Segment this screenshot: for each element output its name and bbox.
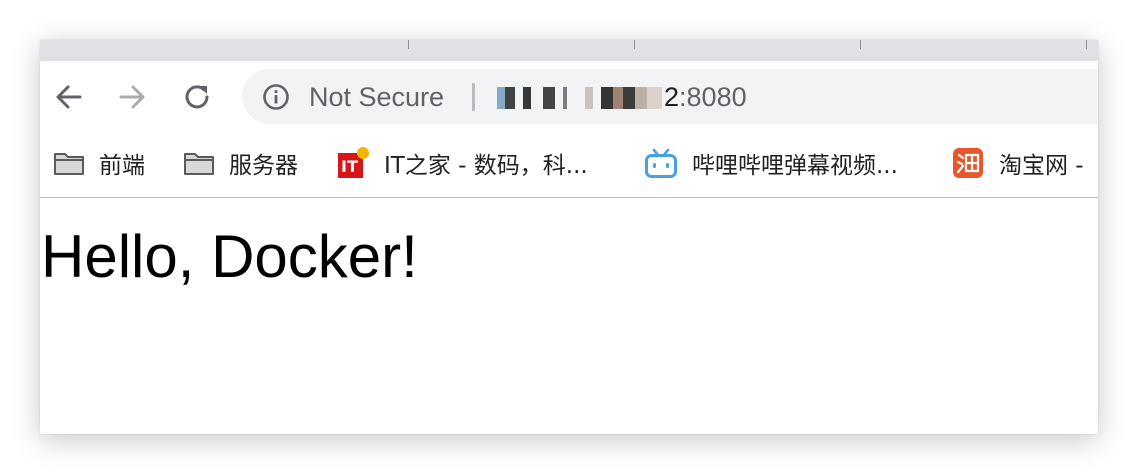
bookmark-ithome[interactable]: IT IT之家 - 数码，科...: [336, 143, 588, 183]
bookmark-label: 服务器: [229, 153, 298, 179]
bilibili-icon: [645, 148, 677, 178]
bookmark-label: 前端: [99, 153, 145, 179]
tab-strip: [40, 40, 1098, 61]
tab-divider: [634, 40, 635, 49]
page-content: Hello, Docker!: [40, 198, 1098, 434]
browser-window: Not Secure 2 :8080 前端 服务器 IT IT之家 - 数码，科…: [40, 40, 1098, 434]
reload-icon: [185, 85, 209, 109]
browser-toolbar: Not Secure 2 :8080: [40, 61, 1098, 133]
url-port: :8080: [679, 82, 747, 112]
omnibox-separator: [472, 83, 475, 111]
bookmark-folder-frontend[interactable]: 前端: [53, 143, 145, 183]
bookmark-taobao[interactable]: 淘宝网 -: [951, 143, 1084, 183]
info-icon[interactable]: [262, 83, 290, 111]
url-text[interactable]: 2 :8080: [497, 82, 747, 113]
reload-button[interactable]: [179, 79, 215, 115]
address-bar[interactable]: Not Secure 2 :8080: [242, 69, 1098, 124]
bookmark-label: 哔哩哔哩弹幕视频...: [692, 153, 898, 179]
bookmark-bilibili[interactable]: 哔哩哔哩弹幕视频...: [644, 143, 898, 183]
bookmark-label: 淘宝网 -: [999, 153, 1084, 179]
tab-divider: [1086, 40, 1087, 49]
arrow-right-icon: [119, 85, 145, 109]
folder-icon: [54, 153, 84, 175]
forward-button[interactable]: [114, 79, 150, 115]
taobao-icon: [953, 148, 983, 178]
arrow-left-icon: [56, 85, 82, 109]
bookmarks-bar: 前端 服务器 IT IT之家 - 数码，科... 哔哩哔哩弹幕视频... 淘宝网…: [40, 133, 1098, 198]
back-button[interactable]: [51, 79, 87, 115]
svg-text:IT: IT: [341, 157, 358, 176]
tab-divider: [860, 40, 861, 49]
ithome-icon: IT: [338, 147, 369, 178]
bookmark-label: IT之家 - 数码，科...: [384, 153, 588, 179]
folder-icon: [184, 153, 214, 175]
tab-divider: [408, 40, 409, 49]
page-heading: Hello, Docker!: [41, 223, 418, 290]
bookmark-folder-server[interactable]: 服务器: [183, 143, 298, 183]
redacted-host: [497, 86, 662, 109]
security-status-label[interactable]: Not Secure: [309, 82, 444, 113]
url-host-tail: 2: [664, 82, 680, 112]
